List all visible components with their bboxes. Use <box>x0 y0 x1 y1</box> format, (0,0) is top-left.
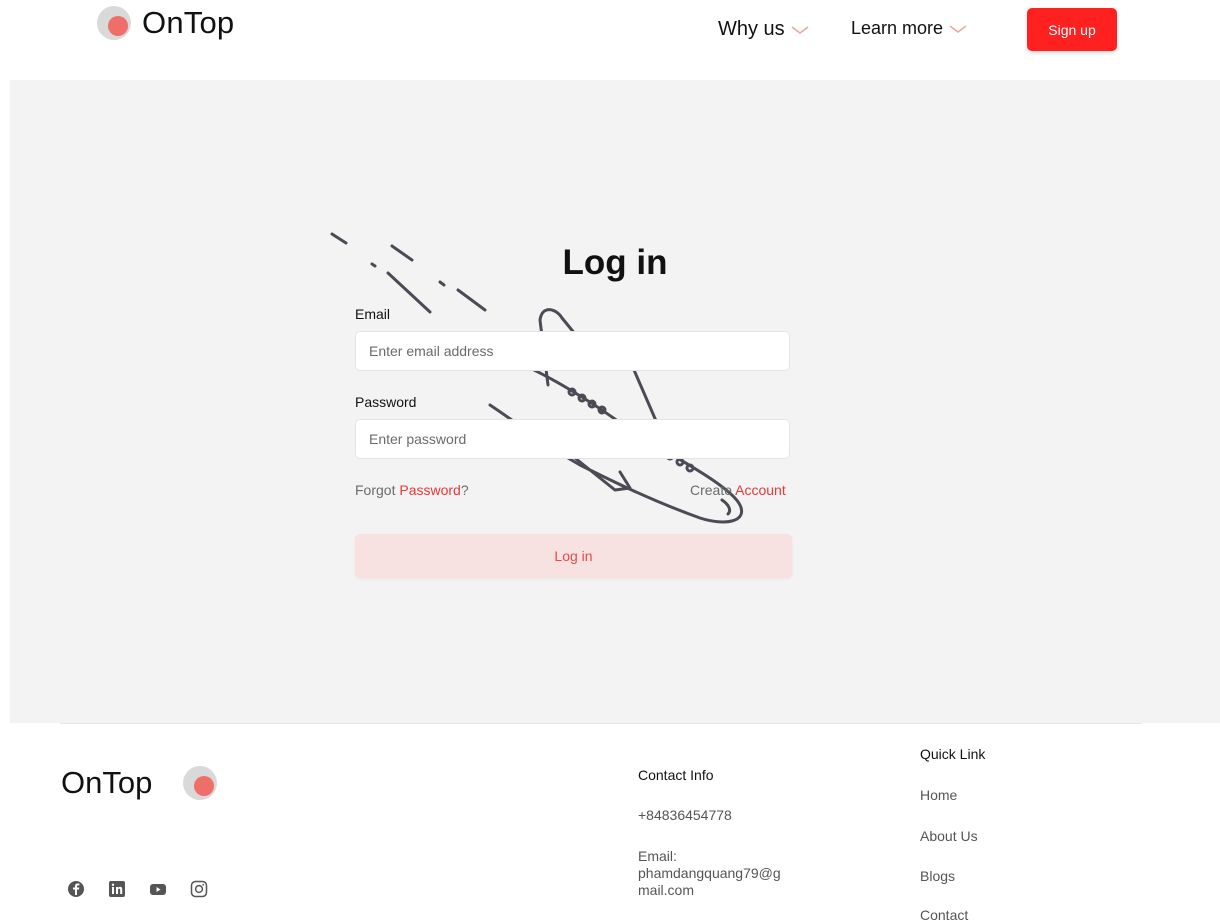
header: OnTop Why us Learn more Sign up <box>0 0 1220 78</box>
password-input[interactable] <box>355 419 790 459</box>
footer-divider <box>60 723 1142 724</box>
brand-name: OnTop <box>142 5 235 40</box>
nav-why-us[interactable]: Why us <box>718 18 809 41</box>
contact-email-label: Email: <box>638 848 677 864</box>
quick-link-blogs[interactable]: Blogs <box>920 868 955 884</box>
email-input[interactable] <box>355 331 790 371</box>
sign-up-button[interactable]: Sign up <box>1027 8 1117 51</box>
facebook-icon[interactable] <box>67 880 85 898</box>
create-prefix: Create <box>690 482 736 498</box>
nav-learn-more-label: Learn more <box>851 18 944 38</box>
login-section: Log in Email Password Forgot Password? C… <box>10 80 1220 723</box>
create-account: Create Account <box>690 482 786 498</box>
create-account-link[interactable]: Account <box>735 482 786 498</box>
log-in-button[interactable]: Log in <box>355 534 792 578</box>
logo-icon <box>183 766 219 800</box>
email-label: Email <box>355 306 391 322</box>
footer-brand[interactable]: OnTop <box>61 765 219 801</box>
forgot-password-link[interactable]: Password <box>399 482 460 498</box>
chevron-down-icon <box>949 18 967 39</box>
contact-email-line2: mail.com <box>638 882 695 898</box>
quick-link-about-us[interactable]: About Us <box>920 828 978 844</box>
logo-icon <box>97 6 133 40</box>
footer-brand-name: OnTop <box>61 765 153 800</box>
forgot-prefix: Forgot <box>355 482 400 498</box>
login-title: Log in <box>562 243 668 282</box>
linkedin-icon[interactable] <box>108 880 126 898</box>
brand-logo[interactable]: OnTop <box>97 5 234 41</box>
instagram-icon[interactable] <box>190 880 208 898</box>
contact-phone: +84836454778 <box>638 807 732 823</box>
youtube-icon[interactable] <box>149 880 167 898</box>
chevron-down-icon <box>791 18 809 41</box>
nav-why-us-label: Why us <box>718 18 785 40</box>
contact-info-title: Contact Info <box>638 767 714 783</box>
quick-link-title: Quick Link <box>920 746 986 762</box>
forgot-suffix: ? <box>460 482 469 498</box>
contact-email-line1: phamdangquang79@g <box>638 865 781 881</box>
social-links <box>67 880 231 898</box>
quick-link-home[interactable]: Home <box>920 787 957 803</box>
nav-learn-more[interactable]: Learn more <box>851 18 967 39</box>
forgot-password: Forgot Password? <box>355 482 469 498</box>
password-label: Password <box>355 394 417 410</box>
quick-link-contact[interactable]: Contact <box>920 907 968 923</box>
